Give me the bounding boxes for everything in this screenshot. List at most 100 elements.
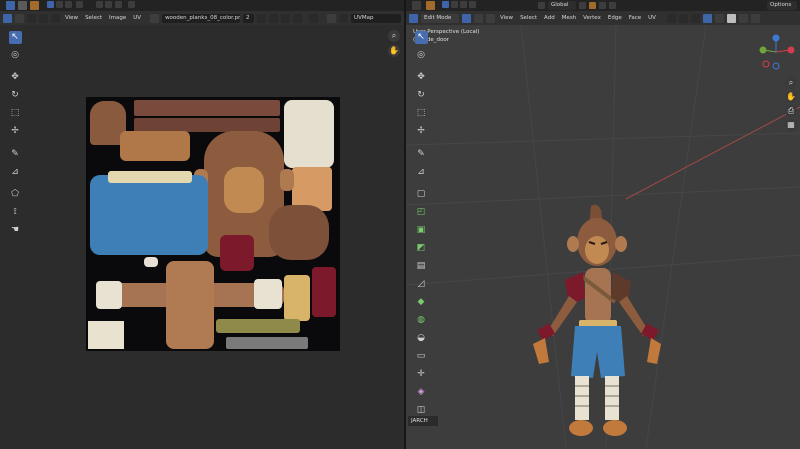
poly-build-tool-icon[interactable]: ◆ xyxy=(415,296,428,309)
viewport-grid-icon[interactable]: ▦ xyxy=(785,119,797,131)
image-users-count[interactable]: 2 xyxy=(243,13,255,23)
knife-tool-icon[interactable]: ◿ xyxy=(415,278,428,291)
viewport-menu-uv[interactable]: UV xyxy=(648,15,656,21)
vp-cursor-tool-icon[interactable]: ◎ xyxy=(415,49,428,62)
jarch-panel-tab[interactable]: JARCH xyxy=(408,416,438,426)
viewport-editor-type-icon[interactable] xyxy=(412,1,421,10)
pin-icon[interactable] xyxy=(309,13,319,23)
viewport-menu-edge[interactable]: Edge xyxy=(608,15,622,21)
extrude-tool-icon[interactable]: ◰ xyxy=(415,206,428,219)
smooth-tool-icon[interactable]: ◒ xyxy=(415,332,428,345)
vp-scale-tool-icon[interactable]: ⬚ xyxy=(415,107,428,120)
viewport-menu-add[interactable]: Add xyxy=(544,15,555,21)
select-tool-icon[interactable]: ↖ xyxy=(8,30,22,44)
uv-sticky-icon[interactable] xyxy=(39,13,48,23)
orientation-icon[interactable] xyxy=(538,2,545,9)
uv-editor-type-icon[interactable] xyxy=(3,13,12,23)
viewport-menu-view[interactable]: View xyxy=(500,15,513,21)
options-dropdown[interactable]: Options xyxy=(767,1,797,10)
vp-move-tool-icon[interactable]: ✥ xyxy=(415,71,428,84)
viewport-visibility-icon[interactable] xyxy=(666,13,676,23)
spin-tool-icon[interactable]: ◍ xyxy=(415,314,428,327)
navigation-gizmo[interactable] xyxy=(756,30,796,74)
uv-menu-select[interactable]: Select xyxy=(85,15,102,21)
viewport-zoom-icon[interactable]: ⌕ xyxy=(785,77,797,89)
vp-select-tool-icon[interactable]: ↖ xyxy=(414,30,428,44)
vertex-mode-icon[interactable] xyxy=(462,13,471,23)
snap-icon[interactable] xyxy=(30,1,39,10)
edge-slide-tool-icon[interactable]: ▭ xyxy=(415,350,428,363)
face-mode-icon[interactable] xyxy=(486,13,495,23)
viewport-menu-vertex[interactable]: Vertex xyxy=(583,15,601,21)
proportional-edit-icon[interactable] xyxy=(128,1,135,8)
pivot-icon[interactable] xyxy=(105,1,112,8)
open-image-icon[interactable] xyxy=(281,13,291,23)
unlink-image-icon[interactable] xyxy=(293,13,303,23)
editor-type-icon[interactable] xyxy=(6,1,15,10)
relax-tool-icon[interactable]: ⟟ xyxy=(9,206,22,219)
wireframe-shading-icon[interactable] xyxy=(714,13,724,23)
pivot-point-icon[interactable] xyxy=(579,2,586,9)
edge-select-icon[interactable] xyxy=(56,1,63,8)
viewport-menu-face[interactable]: Face xyxy=(629,15,641,21)
cursor-tool-icon[interactable]: ◎ xyxy=(9,49,22,62)
viewport-menu-mesh[interactable]: Mesh xyxy=(562,15,576,21)
vp-measure-tool-icon[interactable]: ⊿ xyxy=(415,166,428,179)
vertex-select-icon[interactable] xyxy=(47,1,54,8)
material-shading-icon[interactable] xyxy=(738,13,748,23)
fake-user-icon[interactable] xyxy=(257,13,267,23)
uv-menu-view[interactable]: View xyxy=(65,15,78,21)
rendered-shading-icon[interactable] xyxy=(750,13,760,23)
uv-menu-uv[interactable]: UV xyxy=(133,15,141,21)
viewport-select-invert-icon[interactable] xyxy=(469,1,476,8)
rotate-tool-icon[interactable]: ↻ xyxy=(9,89,22,102)
xray-toggle-icon[interactable] xyxy=(702,13,712,23)
pinch-tool-icon[interactable]: ☚ xyxy=(9,224,22,237)
viewport-type-icon[interactable] xyxy=(409,13,418,23)
overlay-toggle-icon[interactable] xyxy=(690,13,700,23)
edge-mode-icon[interactable] xyxy=(474,13,483,23)
proportional-icon[interactable] xyxy=(609,2,616,9)
viewport-select-extend-icon[interactable] xyxy=(451,1,458,8)
snap-element-icon[interactable] xyxy=(599,2,606,9)
vp-transform-tool-icon[interactable]: ✢ xyxy=(415,125,428,138)
loop-cut-tool-icon[interactable]: ▤ xyxy=(415,260,428,273)
scale-tool-icon[interactable]: ⬚ xyxy=(9,107,22,120)
move-tool-icon[interactable]: ✥ xyxy=(9,71,22,84)
transform-orientation-selector[interactable]: Global xyxy=(548,1,576,10)
shear-tool-icon[interactable]: ◈ xyxy=(415,386,428,399)
bevel-tool-icon[interactable]: ◩ xyxy=(415,242,428,255)
sticky-select-icon[interactable] xyxy=(96,1,103,8)
viewport-camera-icon[interactable]: ⎙ xyxy=(785,105,797,117)
transform-tool-icon[interactable]: ✢ xyxy=(9,125,22,138)
uv-texture-image[interactable] xyxy=(86,97,340,351)
uv-map-field[interactable]: UVMap xyxy=(351,13,402,23)
measure-tool-icon[interactable]: ⊿ xyxy=(9,166,22,179)
uv-island-icon[interactable] xyxy=(51,13,60,23)
island-select-icon[interactable] xyxy=(76,1,83,8)
uv-select-mode-icon[interactable] xyxy=(27,13,36,23)
uv-pan-hand-icon[interactable]: ✋ xyxy=(388,45,400,57)
vp-rotate-tool-icon[interactable]: ↻ xyxy=(415,89,428,102)
snap-target-icon[interactable] xyxy=(115,1,122,8)
viewport-snapping-icon[interactable] xyxy=(589,2,596,9)
sync-selection-icon[interactable] xyxy=(18,1,27,10)
gizmo-toggle-icon[interactable] xyxy=(678,13,688,23)
face-select-icon[interactable] xyxy=(65,1,72,8)
uv-sync-icon[interactable] xyxy=(15,13,24,23)
image-browse-icon[interactable] xyxy=(150,13,160,23)
vp-annotate-tool-icon[interactable]: ✎ xyxy=(415,148,428,161)
grab-tool-icon[interactable]: ⬠ xyxy=(9,188,22,201)
annotate-tool-icon[interactable]: ✎ xyxy=(9,148,22,161)
mode-selector[interactable]: Edit Mode xyxy=(421,13,459,23)
uv-map-dropdown-icon[interactable] xyxy=(339,13,349,23)
uv-map-icon[interactable] xyxy=(327,13,337,23)
uv-zoom-icon[interactable]: ⌕ xyxy=(388,30,400,42)
viewport-select-subtract-icon[interactable] xyxy=(460,1,467,8)
new-image-icon[interactable] xyxy=(269,13,279,23)
viewport-menu-select[interactable]: Select xyxy=(520,15,537,21)
viewport-snap-icon[interactable] xyxy=(426,1,435,10)
viewport-pan-hand-icon[interactable]: ✋ xyxy=(785,91,797,103)
inset-tool-icon[interactable]: ▣ xyxy=(415,224,428,237)
vp-add-cube-icon[interactable]: ▢ xyxy=(415,188,428,201)
